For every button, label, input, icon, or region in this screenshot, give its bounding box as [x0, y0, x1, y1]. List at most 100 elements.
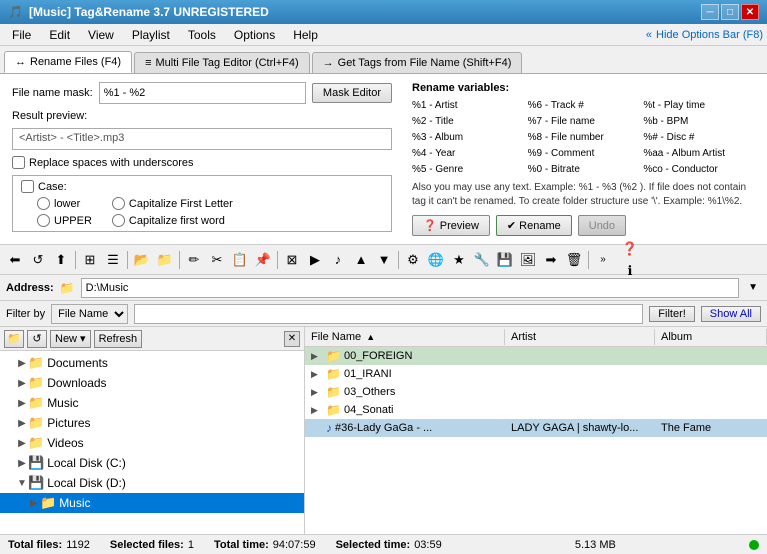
tb-up-button[interactable]: ⬆ [50, 249, 72, 271]
filter-text-input[interactable] [134, 304, 643, 324]
replace-spaces-checkbox[interactable] [12, 156, 25, 169]
preview-label: Preview [440, 220, 479, 232]
tb-help-button[interactable]: ❓ [619, 238, 641, 260]
mask-editor-button[interactable]: Mask Editor [312, 83, 392, 103]
capitalize-word-row: Capitalize first word [112, 214, 233, 227]
title-bar: 🎵 [Music] Tag&Rename 3.7 UNREGISTERED ─ … [0, 0, 767, 24]
top-panel: File name mask: Mask Editor Result previ… [0, 74, 767, 245]
menu-help[interactable]: Help [285, 26, 326, 44]
undo-button[interactable]: Undo [578, 215, 626, 236]
tree-item-d-drive[interactable]: ▼ 💾 Local Disk (D:) [0, 473, 304, 493]
tree-item-pictures[interactable]: ▶ 📁 Pictures [0, 413, 304, 433]
col-header-album[interactable]: Album [655, 329, 767, 345]
var-item-10: %9 - Comment [528, 146, 640, 161]
file-artist-2 [505, 391, 655, 393]
menu-tools[interactable]: Tools [180, 26, 224, 44]
menu-options[interactable]: Options [226, 26, 283, 44]
upper-radio[interactable] [37, 214, 50, 227]
address-folder-icon: 📁 [60, 281, 75, 295]
tab-rename-files[interactable]: ↔ Rename Files (F4) [4, 51, 132, 73]
status-total-files: Total files: 1192 [8, 539, 90, 551]
title-bar-left: 🎵 [Music] Tag&Rename 3.7 UNREGISTERED [8, 5, 269, 19]
menu-file[interactable]: File [4, 26, 39, 44]
var-item-3: %2 - Title [412, 114, 524, 129]
tb-folder-open-button[interactable]: 📂 [131, 249, 153, 271]
refresh-button[interactable]: Refresh [94, 330, 143, 348]
case-checkbox[interactable] [21, 180, 34, 193]
tb-delete-button[interactable]: 🗑 [563, 249, 585, 271]
tree-item-videos[interactable]: ▶ 📁 Videos [0, 433, 304, 453]
tb-star-button[interactable]: ★ [448, 249, 470, 271]
file-row-0[interactable]: ▶ 📁 00_FOREIGN [305, 347, 767, 365]
tb-list-button[interactable]: ☰ [102, 249, 124, 271]
close-button[interactable]: ✕ [741, 4, 759, 20]
col-header-artist[interactable]: Artist [505, 329, 655, 345]
tb-tag-up-button[interactable]: ▲ [350, 249, 372, 271]
file-row-1[interactable]: ▶ 📁 01_IRANI [305, 365, 767, 383]
rename-icon: ✔ [507, 220, 516, 232]
tb-select-all-button[interactable]: ⊠ [281, 249, 303, 271]
show-all-button[interactable]: Show All [701, 306, 761, 322]
menu-edit[interactable]: Edit [41, 26, 78, 44]
tb-scissors-button[interactable]: ✂ [206, 249, 228, 271]
hide-options-bar[interactable]: « Hide Options Bar (F8) [646, 29, 763, 41]
tree-item-documents[interactable]: ▶ 📁 Documents [0, 353, 304, 373]
folder-tree-close-button[interactable]: ✕ [284, 331, 300, 347]
tb-forward-button[interactable]: ↺ [27, 249, 49, 271]
tb-playlist-button[interactable]: ♪ [327, 249, 349, 271]
tb-copy-button[interactable]: 📋 [229, 249, 251, 271]
mask-input[interactable] [99, 82, 306, 104]
tb-save-button[interactable]: 💾 [494, 249, 516, 271]
filter-type-select[interactable]: File Name Artist Album Title [51, 304, 128, 324]
folder-tree-back-button[interactable]: 📁 [4, 330, 24, 348]
tb-folder-button[interactable]: 📁 [154, 249, 176, 271]
menu-playlist[interactable]: Playlist [124, 26, 178, 44]
col-header-name[interactable]: File Name ▲ [305, 329, 505, 345]
capitalize-word-radio[interactable] [112, 214, 125, 227]
tb-edit-button[interactable]: ✏ [183, 249, 205, 271]
tree-item-c-drive[interactable]: ▶ 💾 Local Disk (C:) [0, 453, 304, 473]
folder-toolbar: 📁 ↺ New ▾ Refresh ✕ [0, 327, 304, 351]
expand-3: ▶ [311, 405, 323, 416]
rename-button[interactable]: ✔ Rename [496, 215, 572, 236]
lower-radio[interactable] [37, 197, 50, 210]
tb-back-button[interactable]: ⬅ [4, 249, 26, 271]
tab-multi-file-tag[interactable]: ≡ Multi File Tag Editor (Ctrl+F4) [134, 52, 310, 73]
tb-settings-button[interactable]: ⚙ [402, 249, 424, 271]
file-row-4[interactable]: ▶ ♪ #36-Lady GaGa - ... LADY GAGA | shaw… [305, 419, 767, 437]
file-row-3[interactable]: ▶ 📁 04_Sonati [305, 401, 767, 419]
expand-icon-c-drive: ▶ [16, 458, 28, 469]
total-time-value: 94:07:59 [273, 539, 316, 551]
preview-button[interactable]: ❓ Preview [412, 215, 490, 236]
minimize-button[interactable]: ─ [701, 4, 719, 20]
tb-play-button[interactable]: ▶ [304, 249, 326, 271]
tree-item-music-d[interactable]: ▶ 📁 Music [0, 493, 304, 513]
tab-multi-icon: ≡ [145, 57, 151, 69]
tb-image-button[interactable]: 🖼 [517, 249, 539, 271]
tb-move-button[interactable]: ➡ [540, 249, 562, 271]
menu-view[interactable]: View [80, 26, 122, 44]
tb-globe-button[interactable]: 🌐 [425, 249, 447, 271]
expand-icon-documents: ▶ [16, 358, 28, 369]
tb-more-button[interactable]: » [592, 249, 614, 271]
tb-tag-down-button[interactable]: ▼ [373, 249, 395, 271]
tree-item-music[interactable]: ▶ 📁 Music [0, 393, 304, 413]
new-folder-button[interactable]: New ▾ [50, 330, 91, 348]
tree-item-downloads[interactable]: ▶ 📁 Downloads [0, 373, 304, 393]
var-item-6: %3 - Album [412, 130, 524, 145]
tb-tools-button[interactable]: 🔧 [471, 249, 493, 271]
folder-refresh-icon-button[interactable]: ↺ [27, 330, 47, 348]
maximize-button[interactable]: □ [721, 4, 739, 20]
folder-icon-music: 📁 [28, 395, 44, 411]
capitalize-first-radio[interactable] [112, 197, 125, 210]
address-dropdown-button[interactable]: ▼ [745, 282, 761, 293]
upper-radio-row: UPPER [21, 214, 92, 227]
tab-get-tags[interactable]: → Get Tags from File Name (Shift+F4) [312, 52, 523, 73]
replace-spaces-row: Replace spaces with underscores [12, 156, 392, 169]
tb-paste-button[interactable]: 📌 [252, 249, 274, 271]
filter-button[interactable]: Filter! [649, 306, 695, 322]
tb-details-button[interactable]: ⊞ [79, 249, 101, 271]
file-row-2[interactable]: ▶ 📁 03_Others [305, 383, 767, 401]
address-input[interactable]: D:\Music [81, 278, 739, 298]
file-name-label-2: 03_Others [344, 386, 395, 398]
